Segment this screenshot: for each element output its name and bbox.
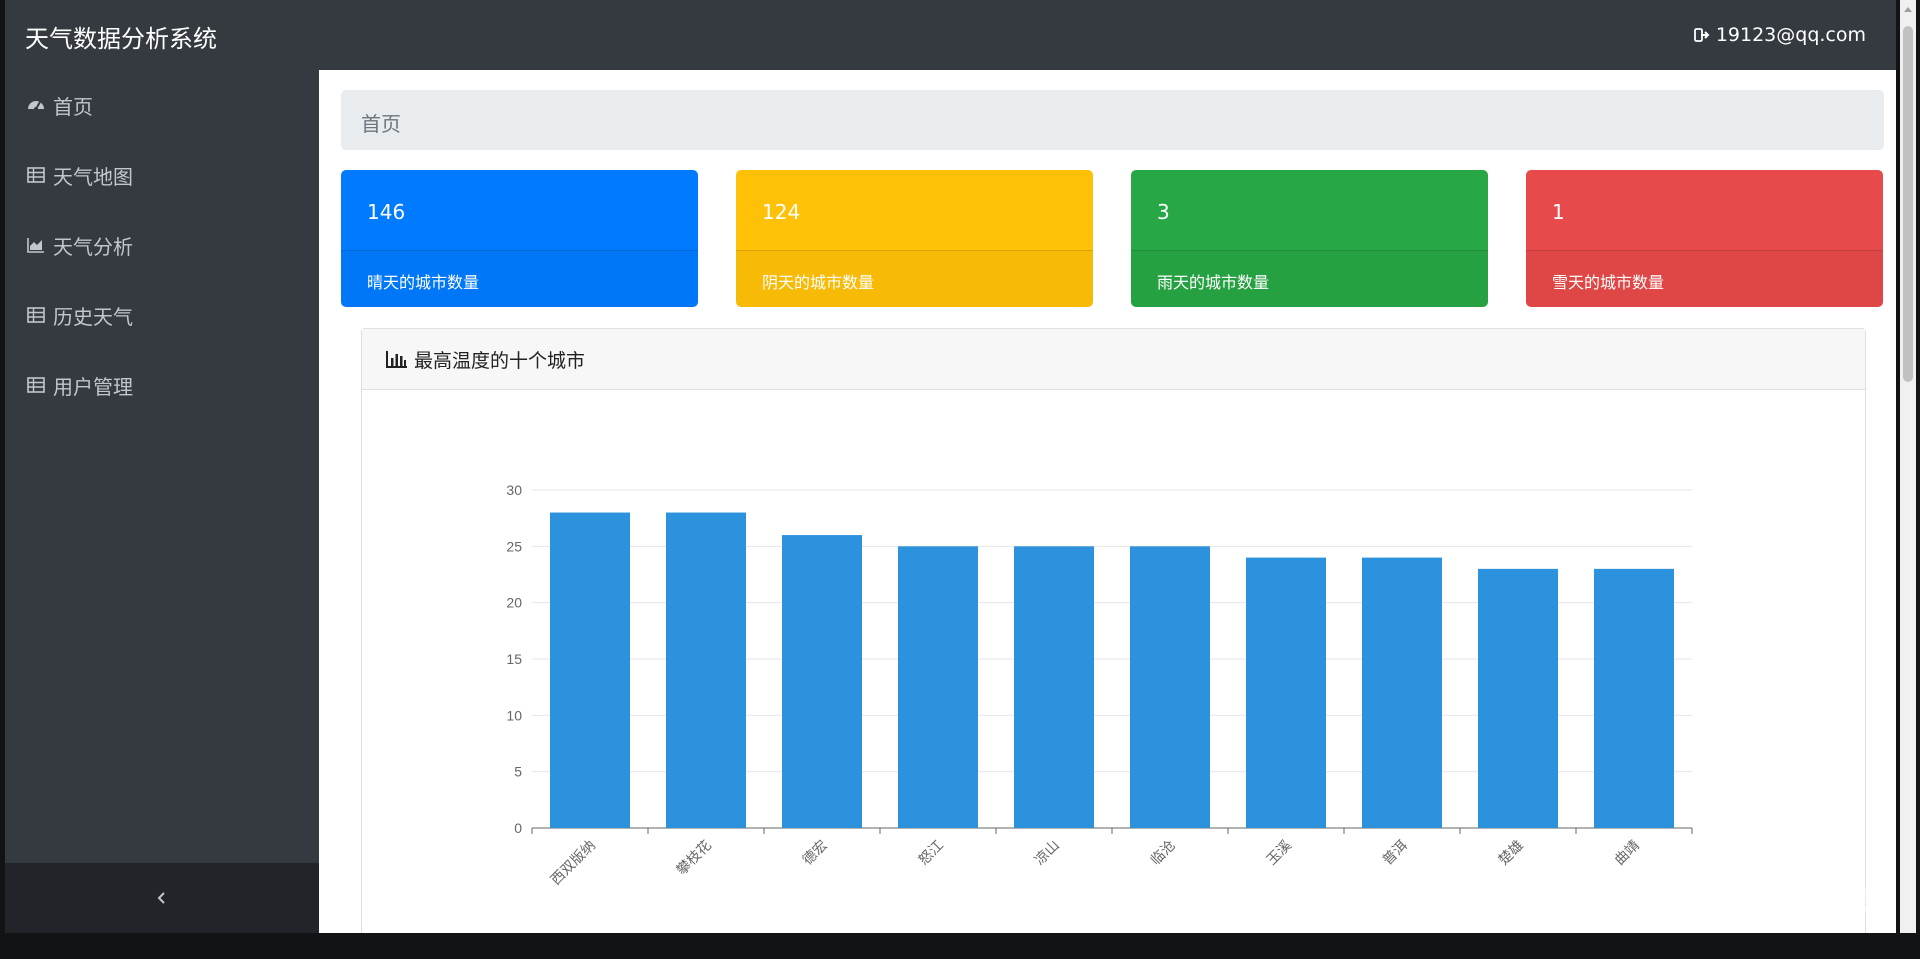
chart-panel-header: 最高温度的十个城市 [362,329,1865,390]
y-tick-label: 5 [514,764,522,780]
stat-value: 1 [1552,200,1565,224]
stat-label: 晴天的城市数量 [367,273,480,292]
stat-value: 3 [1157,200,1170,224]
stat-card-snowy: 1 雪天的城市数量 [1526,170,1883,307]
stat-card-sunny: 146 晴天的城市数量 [341,170,698,307]
app-title[interactable]: 天气数据分析系统 [25,19,217,54]
sidebar: 首页 天气地图 天气分析 历史天气 用户管理 [5,70,319,933]
bar [1129,546,1211,828]
bottom-strip [0,933,1920,959]
stat-label: 雪天的城市数量 [1552,273,1665,292]
stat-card-cloudy: 124 阴天的城市数量 [736,170,1093,307]
top-ten-temperature-bar-chart: 0 5 10 15 20 25 30 西双版纳 攀枝花 德宏 怒江 凉山 临沧 玉溪 普洱 楚雄 曲靖 [506,482,1693,889]
chart-panel: 最高温度的十个城市 0 5 10 15 20 25 30 西双版纳 攀枝花 德宏 怒江 凉山 临沧 玉溪 普… [361,328,1866,933]
dashboard-icon [28,101,44,111]
stat-label: 雨天的城市数量 [1157,273,1270,292]
stat-value: 146 [367,200,406,224]
stat-card-rainy: 3 雨天的城市数量 [1131,170,1488,307]
breadcrumb: 首页 [341,90,1884,150]
x-tick-label: 德宏 [800,838,831,869]
y-tick-label: 20 [506,595,522,611]
user-email: 19123@qq.com [1715,24,1866,46]
x-tick-label: 普洱 [1380,838,1411,869]
chart-panel-title: 最高温度的十个城市 [414,349,586,372]
user-logout-link[interactable]: 19123@qq.com [1693,24,1866,46]
stat-value: 124 [762,200,801,224]
bar [549,512,631,828]
x-tick-label: 西双版纳 [548,838,599,889]
bar [1361,557,1443,828]
x-tick-label: 临沧 [1147,837,1179,869]
table-icon [27,167,45,183]
y-tick-label: 0 [514,820,522,836]
x-tick-label: 攀枝花 [674,838,715,879]
scroll-up-arrow-icon[interactable] [1903,4,1913,16]
table-icon [27,377,45,393]
x-tick-label: 凉山 [1032,838,1063,869]
chevron-left-icon [157,892,165,904]
bar [781,535,863,828]
watermark: CSDN @Java_IoT 攻诚狮 [1495,881,1886,919]
y-tick-label: 10 [506,707,522,723]
table-icon [27,307,45,323]
sidebar-item-user-management[interactable]: 用户管理 [27,370,133,400]
bar [1593,568,1675,828]
x-tick-label: 楚雄 [1496,838,1527,869]
y-tick-label: 15 [506,651,522,667]
sidebar-toggle-button[interactable] [5,863,319,933]
bar-chart-icon [386,351,407,368]
bar [1013,546,1095,828]
sidebar-item-label: 天气分析 [53,234,133,259]
sidebar-item-label: 首页 [53,94,93,119]
sidebar-item-history-weather[interactable]: 历史天气 [27,300,133,330]
top-navbar: 天气数据分析系统 19123@qq.com [5,0,1896,70]
bar [1245,557,1327,828]
x-tick-label: 曲靖 [1612,838,1643,869]
sidebar-item-weather-map[interactable]: 天气地图 [27,160,133,190]
sidebar-item-label: 用户管理 [53,374,133,399]
app-window: 天气数据分析系统 19123@qq.com 首页 天气地图 天气分析 历史天气 … [5,0,1896,933]
sidebar-item-label: 历史天气 [53,304,133,329]
area-chart-icon [27,238,44,253]
sidebar-item-label: 天气地图 [53,164,133,189]
vertical-scrollbar[interactable] [1900,0,1916,933]
x-tick-label: 玉溪 [1264,838,1295,869]
main-content: 首页 146 晴天的城市数量 124 阴天的城市数量 3 雨天的城市数量 1 雪… [319,70,1896,933]
bar [1477,568,1559,828]
sidebar-item-home[interactable]: 首页 [27,90,93,120]
y-tick-label: 25 [506,538,522,554]
stat-label: 阴天的城市数量 [762,273,875,292]
bar [897,546,979,828]
y-tick-label: 30 [506,482,522,498]
sign-out-icon [1693,28,1710,42]
bar [665,512,747,828]
scrollbar-thumb[interactable] [1903,26,1913,382]
sidebar-item-weather-analysis[interactable]: 天气分析 [27,230,133,260]
x-tick-label: 怒江 [916,838,947,869]
breadcrumb-current[interactable]: 首页 [361,108,401,137]
